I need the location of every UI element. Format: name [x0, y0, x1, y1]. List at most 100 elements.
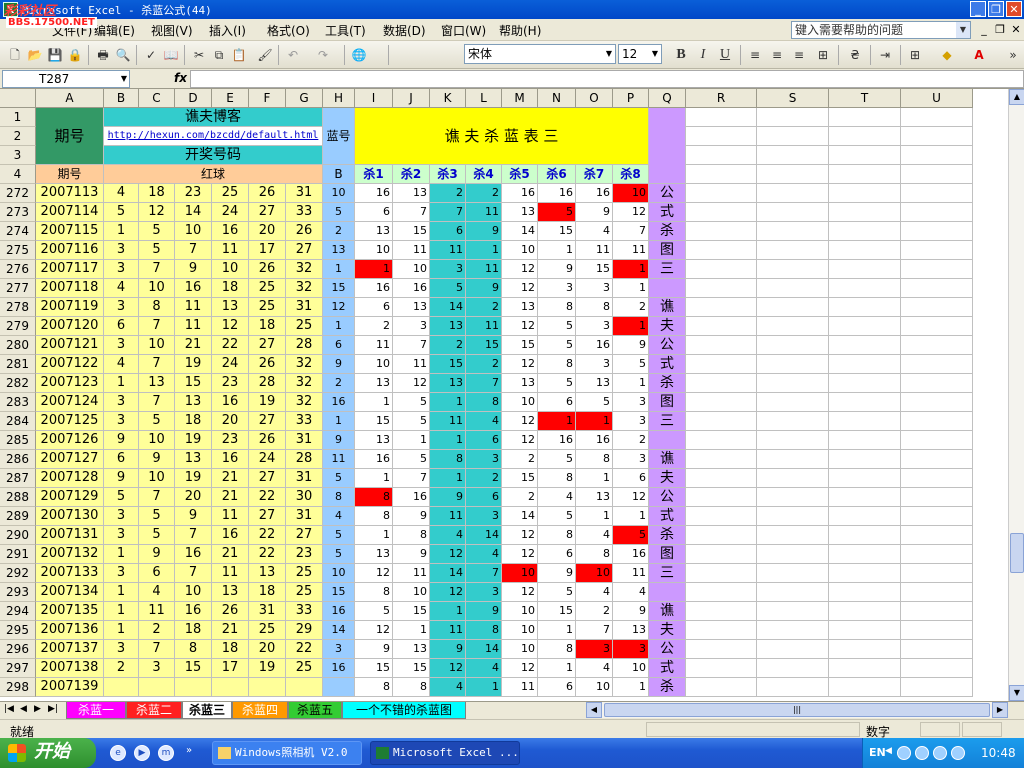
- empty-cell[interactable]: [901, 374, 973, 393]
- cell-red-ball[interactable]: 28: [249, 374, 286, 393]
- cell-kill-value[interactable]: 10: [502, 640, 538, 659]
- cell-side-text[interactable]: 杀: [649, 222, 686, 241]
- cell-kill-value[interactable]: 12: [502, 279, 538, 298]
- open-folder-icon[interactable]: 📂: [26, 46, 44, 64]
- cell-kill-value[interactable]: 14: [466, 640, 502, 659]
- cell-qihao[interactable]: 2007116: [36, 241, 104, 260]
- empty-cell[interactable]: [901, 450, 973, 469]
- cell-red-ball[interactable]: 31: [249, 602, 286, 621]
- empty-cell[interactable]: [901, 184, 973, 203]
- cell-kill-value[interactable]: 7: [576, 621, 613, 640]
- font-color-icon[interactable]: A: [970, 46, 988, 64]
- indent-icon[interactable]: ⇥: [876, 46, 894, 64]
- row-header[interactable]: 283: [0, 393, 36, 412]
- cell-red-ball[interactable]: 30: [286, 488, 323, 507]
- menu-data[interactable]: 数据(D): [383, 22, 426, 39]
- cell-kill-value[interactable]: 16: [502, 184, 538, 203]
- cell-kill-value[interactable]: 4: [466, 659, 502, 678]
- empty-cell[interactable]: [686, 431, 757, 450]
- empty-cell[interactable]: [901, 260, 973, 279]
- header-table-title[interactable]: 谯 夫 杀 蓝 表 三: [355, 108, 649, 165]
- empty-cell[interactable]: [829, 336, 901, 355]
- cell-red-ball[interactable]: 21: [175, 336, 212, 355]
- cell-red-ball[interactable]: 16: [175, 279, 212, 298]
- menu-tools[interactable]: 工具(T): [325, 22, 366, 39]
- cell-kill-value[interactable]: 8: [538, 298, 576, 317]
- cell-red-ball[interactable]: 4: [104, 184, 139, 203]
- cell-red-ball[interactable]: 4: [139, 583, 175, 602]
- cell-kill-value[interactable]: 12: [430, 545, 466, 564]
- cell-red-ball[interactable]: 11: [212, 507, 249, 526]
- cell-red-ball[interactable]: 28: [286, 450, 323, 469]
- header-blog-title[interactable]: 谯夫博客: [104, 108, 323, 127]
- cell-blue-ball[interactable]: 10: [323, 184, 355, 203]
- row-header[interactable]: 276: [0, 260, 36, 279]
- cell-red-ball[interactable]: 14: [175, 203, 212, 222]
- empty-cell[interactable]: [686, 355, 757, 374]
- cell-red-ball[interactable]: 27: [249, 412, 286, 431]
- cell-red-ball[interactable]: 7: [139, 260, 175, 279]
- cell-red-ball[interactable]: 25: [286, 317, 323, 336]
- empty-cell[interactable]: [901, 317, 973, 336]
- cell-kill-value[interactable]: 12: [502, 659, 538, 678]
- cell-kill-value[interactable]: 10: [502, 621, 538, 640]
- cell-qihao[interactable]: 2007136: [36, 621, 104, 640]
- cell-kill-value[interactable]: 4: [430, 678, 466, 697]
- empty-cell[interactable]: [686, 108, 757, 127]
- cell-kill-value[interactable]: 9: [613, 602, 649, 621]
- cell-side-text[interactable]: 杀: [649, 526, 686, 545]
- column-header-i[interactable]: I: [355, 89, 393, 108]
- cell-qihao[interactable]: 2007114: [36, 203, 104, 222]
- cell-kill-value[interactable]: 9: [430, 640, 466, 659]
- cell-kill-value[interactable]: 8: [355, 488, 393, 507]
- menu-window[interactable]: 窗口(W): [441, 22, 486, 39]
- row-header[interactable]: 298: [0, 678, 36, 697]
- cell-kill-value[interactable]: 3: [466, 583, 502, 602]
- cell-blue-ball[interactable]: 12: [323, 298, 355, 317]
- align-center-icon[interactable]: ≡: [768, 46, 786, 64]
- empty-cell[interactable]: [686, 127, 757, 146]
- cell-kill-value[interactable]: 1: [430, 431, 466, 450]
- row-header[interactable]: 296: [0, 640, 36, 659]
- cell-red-ball[interactable]: 5: [139, 241, 175, 260]
- empty-cell[interactable]: [686, 621, 757, 640]
- spelling-icon[interactable]: ✓: [142, 46, 160, 64]
- row-header[interactable]: 287: [0, 469, 36, 488]
- cell-red-ball[interactable]: 21: [212, 469, 249, 488]
- row-header[interactable]: 277: [0, 279, 36, 298]
- cell-red-ball[interactable]: 3: [104, 640, 139, 659]
- sheet-tab-1[interactable]: 杀蓝一: [66, 702, 126, 719]
- empty-cell[interactable]: [901, 621, 973, 640]
- column-header-k[interactable]: K: [430, 89, 466, 108]
- empty-cell[interactable]: [829, 260, 901, 279]
- cell-red-ball[interactable]: 17: [249, 241, 286, 260]
- cell-kill-value[interactable]: 5: [355, 602, 393, 621]
- cell-red-ball[interactable]: 23: [175, 184, 212, 203]
- cell-kill-value[interactable]: 1: [355, 469, 393, 488]
- cell-red-ball[interactable]: 10: [139, 279, 175, 298]
- cell-red-ball[interactable]: 20: [249, 222, 286, 241]
- empty-cell[interactable]: [901, 431, 973, 450]
- empty-cell[interactable]: [757, 260, 829, 279]
- cell-side-text[interactable]: 谯: [649, 450, 686, 469]
- empty-cell[interactable]: [901, 279, 973, 298]
- cell-kill-value[interactable]: 8: [576, 545, 613, 564]
- empty-cell[interactable]: [829, 393, 901, 412]
- cell-kill-value[interactable]: 15: [502, 336, 538, 355]
- header-kill-7[interactable]: 杀7: [576, 165, 613, 184]
- cell-red-ball[interactable]: 16: [175, 602, 212, 621]
- first-sheet-icon[interactable]: |◀: [4, 704, 14, 714]
- header-qihao-label[interactable]: 期号: [36, 165, 104, 184]
- cell-kill-value[interactable]: 11: [613, 564, 649, 583]
- empty-cell[interactable]: [829, 412, 901, 431]
- empty-cell[interactable]: [686, 203, 757, 222]
- cell-kill-value[interactable]: 9: [466, 602, 502, 621]
- column-header-b[interactable]: B: [104, 89, 139, 108]
- italic-button[interactable]: I: [694, 46, 712, 64]
- cell-red-ball[interactable]: 9: [139, 450, 175, 469]
- cell-kill-value[interactable]: 1: [613, 260, 649, 279]
- cell-red-ball[interactable]: 25: [212, 184, 249, 203]
- cell-red-ball[interactable]: 3: [104, 393, 139, 412]
- cell-kill-value[interactable]: 2: [613, 298, 649, 317]
- empty-cell[interactable]: [829, 564, 901, 583]
